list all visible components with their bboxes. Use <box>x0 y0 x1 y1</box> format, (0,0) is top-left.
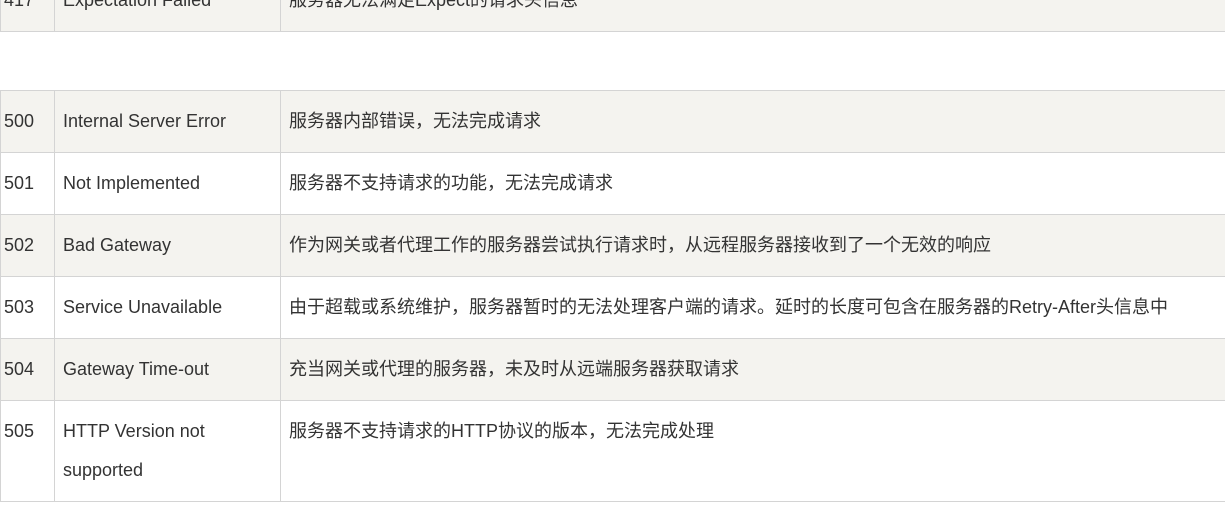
table-row: 505 HTTP Version not supported 服务器不支持请求的HT… <box>0 400 1225 502</box>
status-name: Gateway Time-out <box>54 338 281 401</box>
status-code: 502 <box>0 214 55 277</box>
status-name: Not Implemented <box>54 152 281 215</box>
table-row: 504 Gateway Time-out 充当网关或代理的服务器，未及时从远端服务器… <box>0 338 1225 401</box>
status-table-5xx: 500 Internal Server Error 服务器内部错误，无法完成请求 50… <box>0 90 1225 502</box>
status-code: 501 <box>0 152 55 215</box>
status-code: 504 <box>0 338 55 401</box>
status-name: Internal Server Error <box>54 90 281 153</box>
status-name: Expectation Failed <box>54 0 281 32</box>
table-row: 501 Not Implemented 服务器不支持请求的功能，无法完成请求 <box>0 152 1225 215</box>
status-description: 充当网关或代理的服务器，未及时从远端服务器获取请求 <box>280 338 1225 401</box>
status-description: 服务器不支持请求的HTTP协议的版本，无法完成处理 <box>280 400 1225 502</box>
status-name: Service Unavailable <box>54 276 281 339</box>
table-row: 417 Expectation Failed 服务器无法满足Expect的请求头… <box>0 0 1225 32</box>
status-code: 505 <box>0 400 55 502</box>
status-description: 服务器不支持请求的功能，无法完成请求 <box>280 152 1225 215</box>
status-table-4xx: 417 Expectation Failed 服务器无法满足Expect的请求头… <box>0 0 1225 32</box>
status-code: 503 <box>0 276 55 339</box>
table-row: 500 Internal Server Error 服务器内部错误，无法完成请求 <box>0 90 1225 153</box>
status-code: 417 <box>0 0 55 32</box>
status-name: Bad Gateway <box>54 214 281 277</box>
status-description: 作为网关或者代理工作的服务器尝试执行请求时，从远程服务器接收到了一个无效的响应 <box>280 214 1225 277</box>
status-code: 500 <box>0 90 55 153</box>
status-description: 服务器内部错误，无法完成请求 <box>280 90 1225 153</box>
table-row: 502 Bad Gateway 作为网关或者代理工作的服务器尝试执行请求时，从远程服… <box>0 214 1225 277</box>
status-description: 服务器无法满足Expect的请求头信息 <box>280 0 1225 32</box>
status-description: 由于超载或系统维护，服务器暂时的无法处理客户端的请求。延时的长度可包含在服务器的… <box>280 276 1225 339</box>
table-row: 503 Service Unavailable 由于超载或系统维护，服务器暂时的无法… <box>0 276 1225 339</box>
status-name: HTTP Version not supported <box>54 400 281 502</box>
